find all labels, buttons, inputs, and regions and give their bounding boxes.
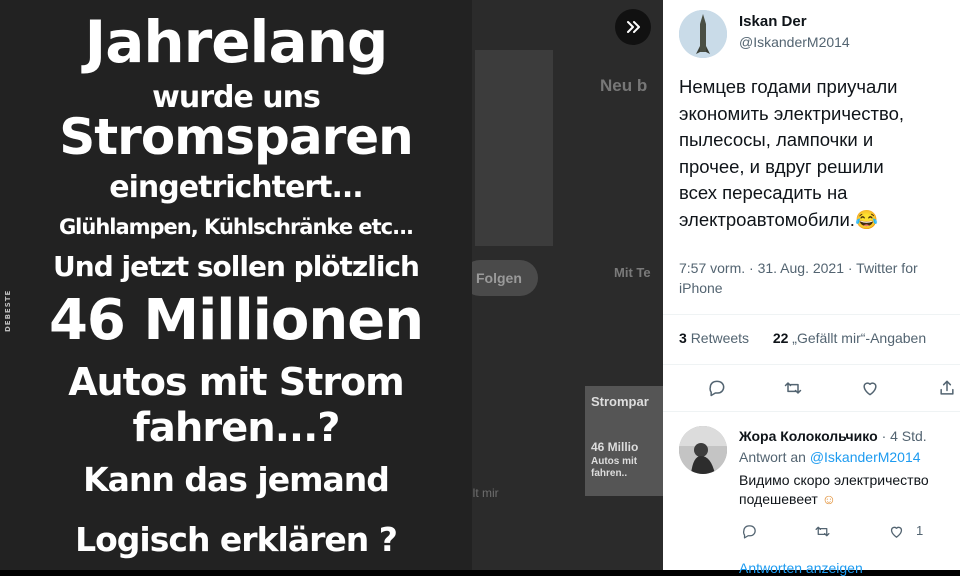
tweet-meta: 7:57 vorm. · 31. Aug. 2021 · Twitter for… <box>679 260 918 296</box>
reply-button[interactable] <box>705 376 729 400</box>
background-page: Neu b Mit Te llt mir Folgen Strompar 46 … <box>462 0 663 570</box>
reply-author-name[interactable]: Жора Колокольчико <box>739 428 878 444</box>
reply-to-link[interactable]: @IskanderM2014 <box>810 449 921 465</box>
background-section: Mit Te <box>614 265 651 280</box>
tweet-text: Немцев годами приучали экономить электри… <box>679 76 905 230</box>
poster-line: Und jetzt sollen plötzlich <box>53 250 420 283</box>
heart-icon <box>890 526 902 538</box>
author-name[interactable]: Iskan Der <box>739 13 807 30</box>
reply-icon <box>742 524 756 539</box>
divider <box>663 411 960 412</box>
background-thumbnail: Strompar 46 Millio Autos mit fahren.. <box>585 386 663 496</box>
background-follow-button: Folgen <box>462 260 538 296</box>
photo-avatar-icon <box>679 426 727 474</box>
divider <box>663 364 960 365</box>
laughing-emoji: 😂 <box>854 208 878 230</box>
reply-retweet-button[interactable] <box>810 519 834 543</box>
expand-button[interactable] <box>615 9 651 45</box>
reply-icon <box>709 380 725 397</box>
like-button[interactable] <box>858 376 882 400</box>
poster-line: fahren...? <box>132 405 341 451</box>
reply-header: Жора Колокольчико · 4 Std. <box>739 428 927 444</box>
share-icon <box>940 380 954 395</box>
reply-context: Antwort an @IskanderM2014 <box>739 449 921 465</box>
reply-reply-button[interactable] <box>737 519 761 543</box>
poster-line: Jahrelang <box>84 8 389 76</box>
background-card <box>475 50 553 246</box>
media-viewer: Neu b Mit Te llt mir Folgen Strompar 46 … <box>0 0 663 570</box>
poster-line: Autos mit Strom <box>68 360 405 404</box>
poster-line: 46 Millionen <box>48 288 424 353</box>
reply-time[interactable]: · 4 Std. <box>882 428 927 444</box>
divider <box>663 314 960 315</box>
retweet-icon <box>814 526 830 536</box>
poster-line: Glühlampen, Kühlschränke etc... <box>58 215 414 239</box>
retweet-icon <box>784 382 802 394</box>
double-chevron-right-icon <box>627 21 640 33</box>
show-replies-link[interactable]: Antworten anzeigen <box>739 560 863 576</box>
side-credit: DEBESTE <box>4 289 12 332</box>
author-avatar[interactable] <box>679 10 727 58</box>
background-heading: Neu b <box>600 76 648 95</box>
likes-stat[interactable]: 22 „Gefällt mir“-Angaben <box>773 330 926 346</box>
reply-like-button[interactable] <box>884 519 908 543</box>
tweet-panel: Iskan Der @IskanderM2014 Немцев годами п… <box>663 0 960 576</box>
reply-text: Видимо скоро электричество подешевеет ☺ <box>739 472 929 507</box>
retweet-button[interactable] <box>781 376 805 400</box>
reply-like-count: 1 <box>916 523 924 538</box>
missile-icon <box>679 10 727 58</box>
poster-line: eingetrichtert... <box>109 170 363 205</box>
tweet-stats: 3 Retweets 22 „Gefällt mir“-Angaben <box>679 330 926 346</box>
share-button[interactable] <box>935 376 959 400</box>
retweets-stat[interactable]: 3 Retweets <box>679 330 749 346</box>
poster-line: Kann das jemand <box>83 460 390 499</box>
reply-author-avatar[interactable] <box>679 426 727 474</box>
blushing-emoji: ☺ <box>821 491 837 507</box>
poster-image: Jahrelang wurde uns Stromsparen eingetri… <box>0 0 472 570</box>
heart-icon <box>863 382 877 396</box>
background-snippet: llt mir <box>470 486 499 500</box>
author-handle[interactable]: @IskanderM2014 <box>739 34 850 50</box>
poster-line: Logisch erklären ? <box>75 520 398 559</box>
poster-line: Stromsparen <box>59 108 413 166</box>
